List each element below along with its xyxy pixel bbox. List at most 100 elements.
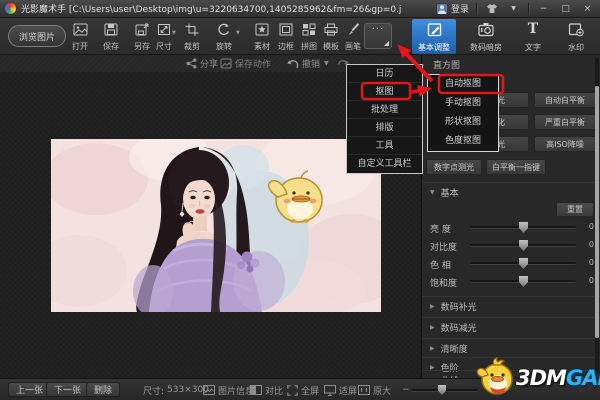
contrast-slider: 对比度 0 (430, 238, 594, 252)
undo-button[interactable]: 撤销 (286, 57, 320, 70)
menu-item-layout[interactable]: 排版 (347, 119, 422, 137)
main-toolbar: 浏览图片 打开 保存 另存 (0, 18, 600, 55)
save-as-icon (135, 23, 149, 36)
window-title: 光影魔术手 [C:\Users\user\Desktop\img\u=32206… (21, 2, 401, 15)
picture-action-icon (220, 58, 232, 69)
section-digital-fill-light[interactable]: ▶ 数码补光 (422, 296, 600, 315)
frame-icon (279, 23, 293, 36)
next-image-button[interactable]: 下一张 (46, 382, 89, 397)
menu-item-cutout[interactable]: 抠图 (347, 83, 422, 101)
3dm-chick-mascot-icon (476, 357, 516, 399)
tab-watermark[interactable]: 水印 (556, 19, 596, 54)
menu-item-calendar[interactable]: 日历 (347, 65, 422, 83)
section-clarity[interactable]: ▶ 清晰度 (422, 338, 600, 357)
menu-item-customize-toolbar[interactable]: 自定义工具栏 (347, 155, 422, 173)
fullscreen-button[interactable]: 全屏 (287, 384, 319, 396)
high-iso-denoise-button[interactable]: 高ISO降噪 (534, 136, 596, 152)
app-window: 光影魔术手 [C:\Users\user\Desktop\img\u=32206… (0, 0, 600, 400)
share-icon (186, 58, 197, 69)
rotate-dropdown-caret[interactable]: ▼ (236, 30, 240, 36)
cutout-submenu: 自动抠图 手动抠图 形状抠图 色度抠图 (427, 74, 499, 152)
chevron-right-icon: ▶ (430, 324, 435, 331)
slider-track[interactable] (470, 244, 576, 247)
open-button[interactable]: 打开 (65, 22, 95, 52)
saturation-slider: 饱和度 0 (430, 274, 594, 288)
resize-button[interactable]: 尺寸 (149, 22, 179, 52)
submenu-item-shape-cutout[interactable]: 形状抠图 (428, 113, 498, 132)
tab-text[interactable]: T 文字 (514, 19, 552, 54)
minimize-button[interactable]: − (536, 2, 551, 15)
rotate-button[interactable]: 旋转 (209, 22, 239, 52)
actual-size-button[interactable]: 原大 (358, 384, 391, 396)
skin-button[interactable] (484, 2, 499, 15)
text-T-icon: T (528, 22, 538, 37)
slider-thumb[interactable] (519, 276, 528, 287)
open-image-icon (73, 23, 88, 36)
titlebar-separator (528, 3, 529, 15)
slider-track[interactable] (470, 280, 576, 283)
slider-thumb[interactable] (519, 258, 528, 269)
crop-button[interactable]: 裁剪 (177, 22, 207, 52)
submenu-item-auto-cutout[interactable]: 自动抠图 (428, 75, 498, 94)
brightness-slider: 亮 度 0 (430, 220, 594, 234)
slider-track[interactable] (470, 226, 576, 229)
watermark-icon (568, 22, 584, 37)
titlebar-separator (476, 3, 477, 15)
zoom-out-button[interactable]: − (402, 384, 410, 396)
chevron-right-icon: ▶ (430, 303, 435, 310)
edit-square-icon (427, 22, 442, 37)
tab-basic-adjust[interactable]: 基本调整 (412, 19, 456, 54)
close-button[interactable]: × (580, 2, 595, 15)
avatar-icon (436, 3, 448, 15)
compare-split-icon (250, 385, 262, 395)
slider-thumb[interactable] (519, 222, 528, 233)
image-size-readout: 尺寸: 533×300 (143, 384, 209, 396)
undo-arrow-icon (286, 58, 299, 69)
zoom-slider-thumb[interactable] (438, 385, 446, 395)
white-balance-one-touch-button[interactable]: 白平衡一指键 (486, 159, 546, 175)
image-info-icon (203, 385, 215, 395)
scrollbar-thumb[interactable] (595, 86, 599, 338)
image-info-button[interactable]: 图片信息 (203, 384, 254, 396)
save-action-button[interactable]: 保存动作 (220, 57, 271, 70)
photo-canvas[interactable] (51, 139, 381, 312)
reset-button[interactable]: 重置 (556, 202, 594, 217)
login-button[interactable]: 登录 (436, 2, 469, 15)
more-tools-button[interactable]: ··· (364, 23, 392, 49)
severe-white-balance-button[interactable]: 严重白平衡 (534, 114, 596, 130)
browse-images-button[interactable]: 浏览图片 (8, 25, 66, 47)
rotate-icon (217, 23, 231, 36)
save-button[interactable]: 保存 (96, 22, 126, 52)
menu-caret-button[interactable]: ▼ (506, 2, 521, 15)
section-basic[interactable]: ▼ 基本 (422, 182, 600, 201)
zoom-slider[interactable] (412, 389, 478, 392)
slider-thumb[interactable] (519, 240, 528, 251)
app-logo-icon (5, 3, 16, 14)
ellipsis-icon: ··· (365, 24, 391, 36)
title-bar: 光影魔术手 [C:\Users\user\Desktop\img\u=32206… (0, 0, 600, 18)
crop-icon (185, 23, 199, 36)
actual-size-icon (358, 385, 370, 395)
camera-icon (478, 22, 494, 37)
undo-dropdown-caret[interactable]: ▼ (324, 57, 329, 70)
previous-image-button[interactable]: 上一张 (8, 382, 51, 397)
share-button[interactable]: 分享 (186, 57, 218, 70)
maximize-button[interactable]: □ (558, 2, 573, 15)
spot-metering-button[interactable]: 数字点测光 (426, 159, 482, 175)
tab-digital-darkroom[interactable]: 数码暗房 (462, 19, 510, 54)
panel-scrollbar[interactable] (595, 58, 599, 374)
fullscreen-icon (287, 385, 298, 396)
resize-dropdown-caret[interactable]: ▼ (172, 30, 176, 36)
auto-white-balance-button[interactable]: 自动白平衡 (534, 92, 596, 108)
collage-grid-icon (302, 23, 316, 36)
delete-image-button[interactable]: 删除 (86, 382, 120, 397)
submenu-item-manual-cutout[interactable]: 手动抠图 (428, 94, 498, 113)
section-digital-dim-light[interactable]: ▶ 数码减光 (422, 317, 600, 336)
menu-item-batch[interactable]: 批处理 (347, 101, 422, 119)
fit-screen-button[interactable]: 适屏 (324, 384, 357, 396)
submenu-item-chroma-cutout[interactable]: 色度抠图 (428, 132, 498, 151)
menu-item-tools[interactable]: 工具 (347, 137, 422, 155)
slider-track[interactable] (470, 262, 576, 265)
save-icon (104, 23, 118, 36)
compare-button[interactable]: 对比 (250, 384, 283, 396)
